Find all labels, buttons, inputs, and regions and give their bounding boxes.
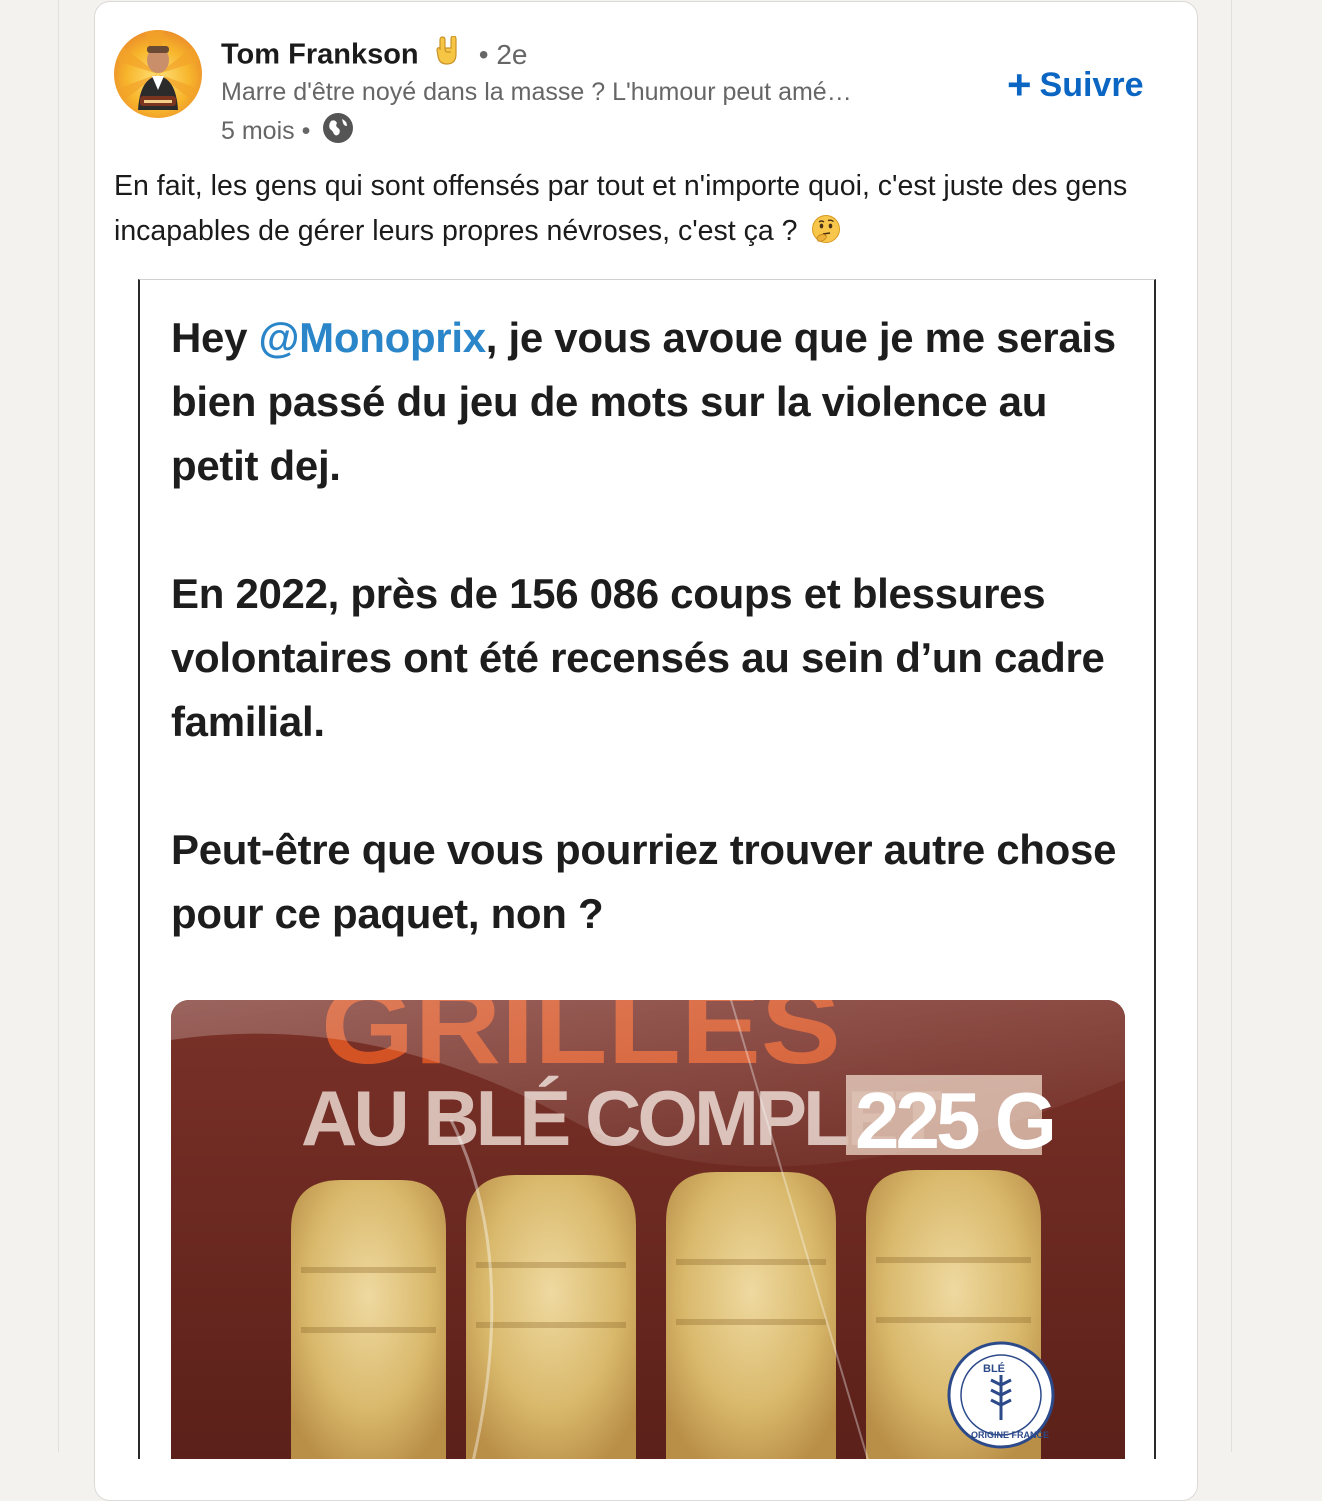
image-text-hey: Hey xyxy=(171,314,259,361)
image-paragraph-1: Hey @Monoprix, je vous avoue que je me s… xyxy=(171,306,1141,498)
post-time: 5 mois • xyxy=(221,117,311,145)
author-name-text[interactable]: Tom Frankson xyxy=(221,39,419,71)
author-avatar[interactable] xyxy=(114,30,202,118)
page-background-right xyxy=(1231,0,1322,1452)
post-meta: 5 mois • xyxy=(221,112,354,151)
connection-degree: • 2e xyxy=(478,39,528,70)
product-package-photo: GRILLÉS AU BLÉ COMPLET 225 G BLÉ ORIGINE… xyxy=(171,1000,1125,1459)
globe-icon xyxy=(322,112,354,151)
badge-bottom-text: ORIGINE FRANCE xyxy=(971,1430,1049,1440)
follow-button[interactable]: + Suivre xyxy=(1007,64,1143,106)
post-text: En fait, les gens qui sont offensés par … xyxy=(114,164,1174,258)
follow-label: Suivre xyxy=(1039,65,1144,104)
feed-post-card: Tom Frankson • 2e Marre d'être noyé dans… xyxy=(94,1,1198,1501)
image-paragraph-2: En 2022, près de 156 086 coups et blessu… xyxy=(171,570,1105,745)
monoprix-mention: @Monoprix xyxy=(258,314,487,361)
image-paragraph-3: Peut-être que vous pourriez trouver autr… xyxy=(171,826,1117,937)
plus-icon: + xyxy=(1007,61,1032,108)
thinking-face-icon xyxy=(811,213,841,258)
page-background-left xyxy=(0,0,59,1452)
author-headline[interactable]: Marre d'être noyé dans la masse ? L'humo… xyxy=(221,78,921,107)
image-text-block: Hey @Monoprix, je vous avoue que je me s… xyxy=(171,306,1141,1010)
post-text-body: En fait, les gens qui sont offensés par … xyxy=(114,170,1128,247)
avatar-image xyxy=(114,30,202,118)
post-image[interactable]: Hey @Monoprix, je vous avoue que je me s… xyxy=(138,279,1156,1459)
badge-top-text: BLÉ xyxy=(983,1362,1005,1375)
rock-hand-icon xyxy=(435,35,461,74)
author-name[interactable]: Tom Frankson • 2e xyxy=(221,35,528,74)
